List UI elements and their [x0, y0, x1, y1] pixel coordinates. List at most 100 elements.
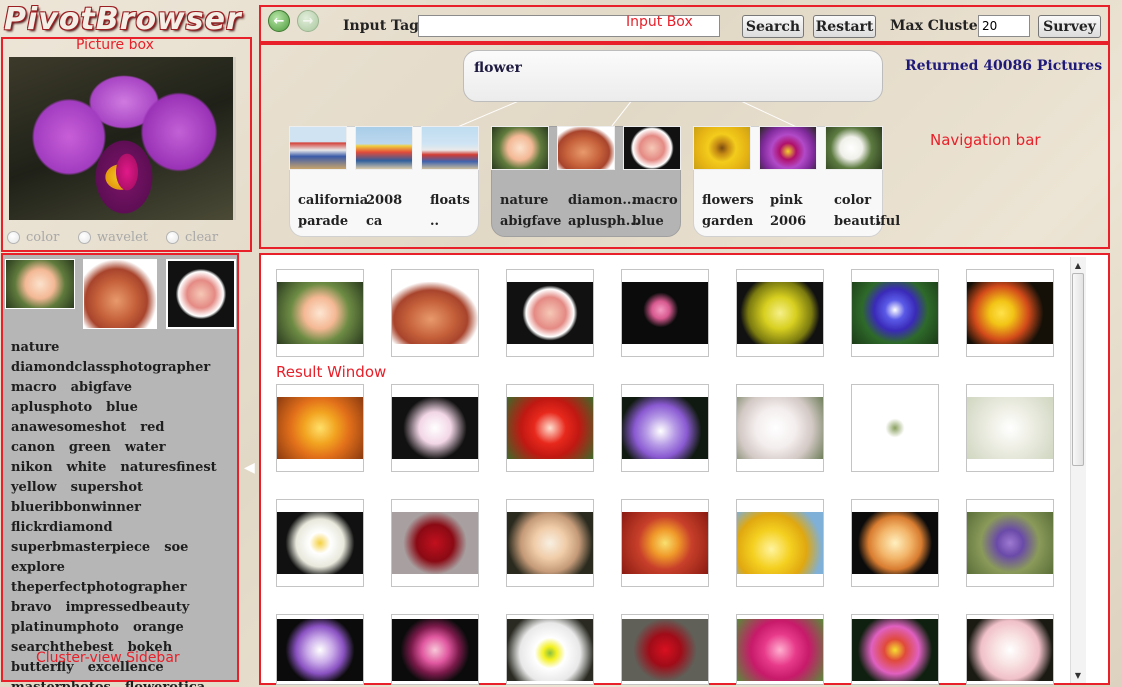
sidebar-tag[interactable]: canon: [11, 438, 55, 458]
sidebar-tag[interactable]: blue: [106, 398, 138, 418]
result-thumbnail[interactable]: [736, 614, 824, 685]
scroll-up-icon[interactable]: ▲: [1071, 258, 1085, 272]
result-thumbnail[interactable]: [506, 269, 594, 357]
sidebar-tag[interactable]: flowerotica: [125, 678, 205, 687]
result-thumbnail[interactable]: [966, 269, 1054, 357]
cluster-word: pink: [770, 193, 803, 208]
result-thumbnail[interactable]: [506, 384, 594, 472]
cluster-thumbnail[interactable]: [289, 126, 347, 170]
cluster-word: 2006: [770, 214, 807, 229]
result-thumbnail[interactable]: [736, 499, 824, 587]
cluster-node-1[interactable]: california 2008 floats parade ca ..: [289, 126, 479, 237]
result-thumbnail[interactable]: [391, 499, 479, 587]
cluster-thumbnail[interactable]: [557, 126, 615, 170]
radio-circle-icon[interactable]: [78, 231, 91, 244]
radio-label: clear: [185, 230, 219, 245]
radio-color[interactable]: color: [7, 230, 59, 245]
result-thumbnail[interactable]: [966, 384, 1054, 472]
max-clusters-field[interactable]: [978, 15, 1030, 37]
sidebar-tag[interactable]: supershot: [71, 478, 143, 498]
sidebar-tag[interactable]: green: [69, 438, 111, 458]
result-thumbnail[interactable]: [276, 499, 364, 587]
sidebar-tag[interactable]: yellow: [11, 478, 57, 498]
sidebar-tag[interactable]: anawesomeshot: [11, 418, 126, 438]
result-thumbnail[interactable]: [851, 384, 939, 472]
restart-button[interactable]: Restart: [813, 15, 876, 38]
sidebar-tag[interactable]: platinumphoto: [11, 618, 119, 638]
cluster-thumbnail[interactable]: [421, 126, 479, 170]
result-thumbnail[interactable]: [851, 499, 939, 587]
result-thumbnail[interactable]: [506, 614, 594, 685]
radio-circle-icon[interactable]: [7, 231, 20, 244]
result-thumbnail[interactable]: [966, 614, 1054, 685]
next-page-arrow-icon[interactable]: ▶: [1094, 460, 1105, 476]
sidebar-tag[interactable]: aplusphoto: [11, 398, 92, 418]
cluster-thumbnail[interactable]: [825, 126, 883, 170]
sidebar-tag[interactable]: masterphotos: [11, 678, 111, 687]
sidebar-tag[interactable]: blueribbonwinner: [11, 498, 141, 518]
scroll-down-icon[interactable]: ▼: [1071, 668, 1085, 682]
cluster-thumbnail[interactable]: [623, 126, 681, 170]
cluster-word: diamon...: [568, 193, 636, 208]
radio-clear[interactable]: clear: [166, 230, 218, 245]
prev-page-arrow-icon[interactable]: ◀: [244, 460, 255, 476]
sidebar-tag[interactable]: theperfectphotographer: [11, 578, 187, 598]
result-thumbnail[interactable]: [736, 384, 824, 472]
result-thumbnail[interactable]: [966, 499, 1054, 587]
result-thumbnail[interactable]: [391, 269, 479, 357]
cluster-thumbnail[interactable]: [693, 126, 751, 170]
result-thumbnail[interactable]: [276, 269, 364, 357]
sidebar-tag[interactable]: soe: [164, 538, 188, 558]
sidebar-tag[interactable]: flickrdiamond: [11, 518, 113, 538]
sidebar-tag[interactable]: abigfave: [71, 378, 132, 398]
result-thumbnail[interactable]: [851, 269, 939, 357]
sidebar-tag[interactable]: water: [125, 438, 166, 458]
cluster-node-2[interactable]: nature diamon... macro abigfave aplusph.…: [491, 126, 681, 237]
sidebar-thumbnail[interactable]: [5, 259, 75, 309]
radio-circle-icon[interactable]: [166, 231, 179, 244]
sidebar-thumbnail[interactable]: [83, 259, 157, 329]
result-thumbnail[interactable]: [621, 384, 709, 472]
sidebar-tag[interactable]: diamondclassphotographer: [11, 358, 210, 378]
result-thumbnail[interactable]: [851, 614, 939, 685]
query-node[interactable]: flower: [463, 50, 883, 102]
result-image: [852, 618, 938, 681]
scroll-thumb[interactable]: [1072, 273, 1084, 466]
result-image: [622, 397, 708, 459]
sidebar-tag[interactable]: nature: [11, 338, 59, 358]
survey-button[interactable]: Survey: [1038, 15, 1101, 38]
result-image: [392, 512, 478, 574]
search-button[interactable]: Search: [742, 15, 804, 38]
result-thumbnail[interactable]: [506, 499, 594, 587]
sidebar-tag[interactable]: impressedbeauty: [66, 598, 190, 618]
cluster-word: color: [834, 193, 872, 208]
radio-wavelet[interactable]: wavelet: [78, 230, 148, 245]
result-image: [622, 512, 708, 574]
result-thumbnail[interactable]: [276, 384, 364, 472]
sidebar-tag[interactable]: macro: [11, 378, 57, 398]
result-thumbnail[interactable]: [621, 614, 709, 685]
result-thumbnail[interactable]: [736, 269, 824, 357]
sidebar-tag[interactable]: nikon: [11, 458, 53, 478]
cluster-node-3[interactable]: flowers pink color garden 2006 beautiful…: [693, 126, 900, 237]
cluster-thumbnail[interactable]: [491, 126, 549, 170]
sidebar-tag[interactable]: bravo: [11, 598, 52, 618]
cluster-thumbnail[interactable]: [355, 126, 413, 170]
result-image: [507, 282, 593, 344]
sidebar-tag[interactable]: orange: [133, 618, 184, 638]
sidebar-tag[interactable]: superbmasterpiece: [11, 538, 150, 558]
sidebar-tag[interactable]: white: [67, 458, 107, 478]
sidebar-tag[interactable]: red: [140, 418, 164, 438]
cluster-thumbnail[interactable]: [759, 126, 817, 170]
result-thumbnail[interactable]: [276, 614, 364, 685]
forward-arrow-icon[interactable]: →: [297, 10, 319, 32]
result-thumbnail[interactable]: [391, 614, 479, 685]
sidebar-tag[interactable]: explore: [11, 558, 65, 578]
sidebar-tag[interactable]: naturesfinest: [120, 458, 216, 478]
sidebar-thumbnail[interactable]: [166, 259, 236, 329]
result-thumbnail[interactable]: [621, 499, 709, 587]
back-arrow-icon[interactable]: ←: [268, 10, 290, 32]
result-thumbnail[interactable]: [621, 269, 709, 357]
annotation-result-window: Result Window: [276, 363, 387, 381]
result-thumbnail[interactable]: [391, 384, 479, 472]
